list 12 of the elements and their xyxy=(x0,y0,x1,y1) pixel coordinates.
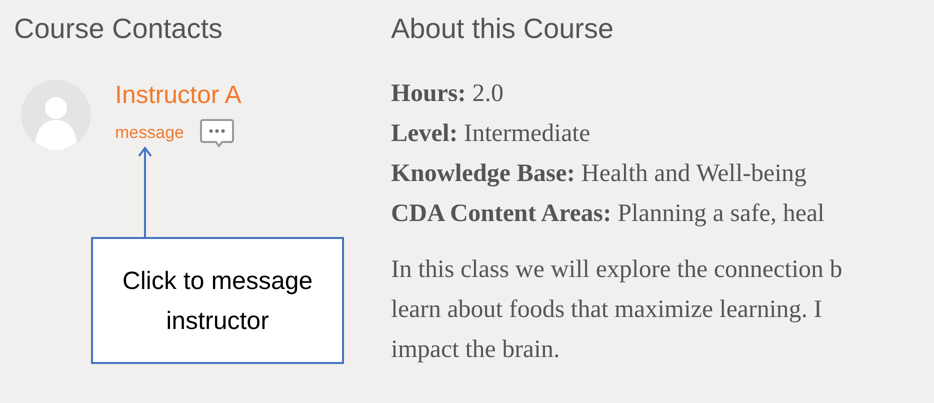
callout-text: Click to message instructor xyxy=(121,266,314,336)
course-detail: Level: Intermediate xyxy=(391,119,592,149)
section-heading: Course Contacts xyxy=(14,12,224,46)
course-detail: Hours: 2.0 xyxy=(391,79,504,109)
course-detail: CDA Content Areas: Planning a safe, heal xyxy=(391,199,826,229)
course-detail: Knowledge Base: Health and Well-being xyxy=(391,159,808,189)
chat-bubble-icon[interactable] xyxy=(198,118,235,148)
avatar-icon xyxy=(21,80,91,150)
section-heading: About this Course xyxy=(391,12,615,46)
instructor-name-link[interactable]: Instructor A xyxy=(115,80,242,110)
message-link[interactable]: message xyxy=(115,123,184,143)
course-description: In this class we will explore the connection b learn about foods that maximize learning. I impact the brain. xyxy=(391,255,844,365)
